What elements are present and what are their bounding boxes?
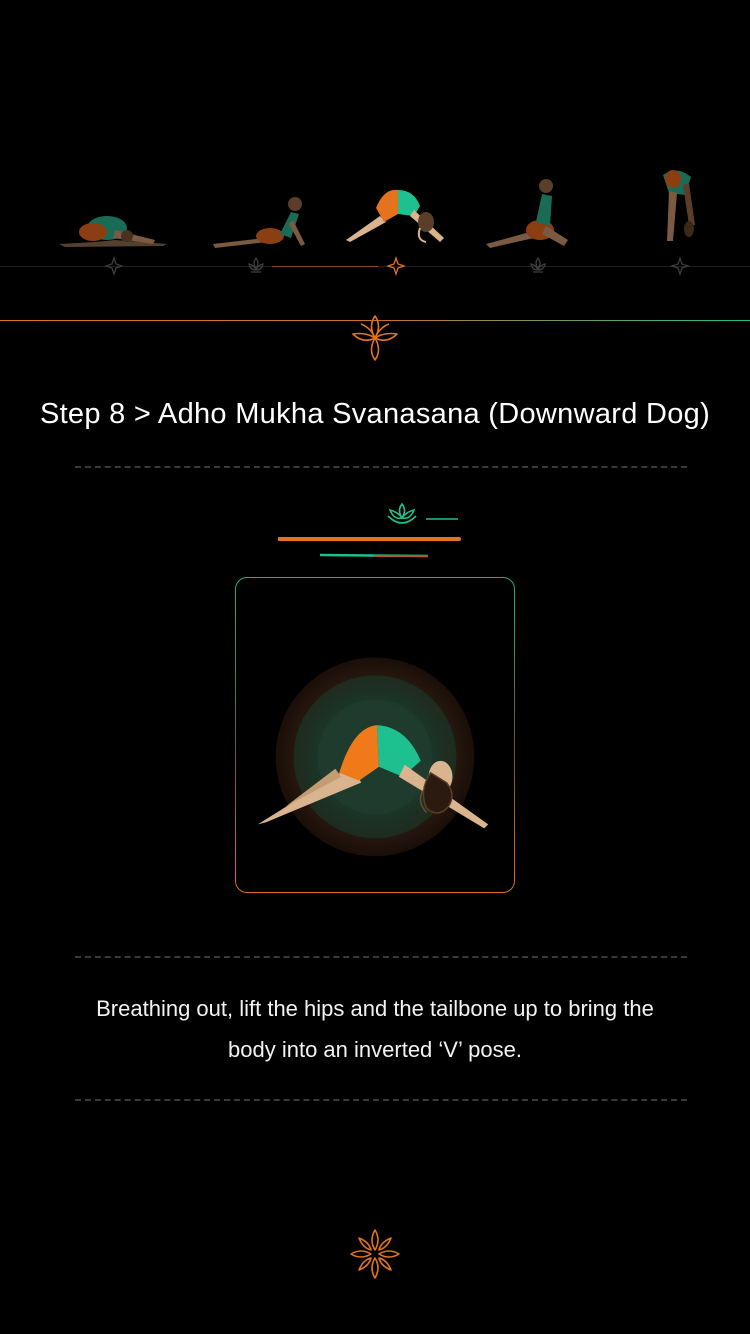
pose-carousel[interactable]: [0, 150, 750, 290]
pose-thumb-equestrian[interactable]: [480, 160, 600, 250]
forward-bend-figure: [663, 170, 695, 241]
pose-thumb-child[interactable]: [55, 160, 175, 250]
description-divider: [75, 1099, 687, 1101]
step-description: Breathing out, lift the hips and the tai…: [96, 996, 654, 1062]
child-pose-figure: [59, 216, 167, 247]
lotus-green-icon: [277, 502, 461, 558]
step-marker-lotus-icon[interactable]: [670, 256, 690, 276]
pose-illustration-card: [235, 577, 515, 893]
lotus-flower-icon: [349, 1228, 401, 1280]
timeline-progress: [272, 266, 378, 267]
pose-thumb-cobra[interactable]: [195, 160, 315, 250]
step-title: Step 8 > Adho Mukha Svanasana (Downward …: [39, 398, 711, 430]
step-marker-lotus-icon[interactable]: [246, 256, 266, 276]
step-marker-lotus-icon[interactable]: [528, 256, 548, 276]
card-divider: [75, 956, 687, 958]
title-divider: [75, 466, 687, 468]
lotus-outline-icon: [349, 312, 401, 362]
breath-indicator: [277, 500, 468, 560]
downward-dog-figure: [346, 189, 444, 243]
cobra-pose-figure: [213, 197, 305, 248]
pose-thumb-forward-bend[interactable]: [625, 155, 735, 255]
pose-thumb-downward-dog[interactable]: [340, 150, 450, 250]
step-marker-lotus-icon[interactable]: [104, 256, 124, 276]
downward-dog-illustration: [257, 657, 489, 857]
equestrian-pose-figure: [486, 179, 568, 248]
step-marker-current-lotus-icon[interactable]: [386, 256, 406, 276]
